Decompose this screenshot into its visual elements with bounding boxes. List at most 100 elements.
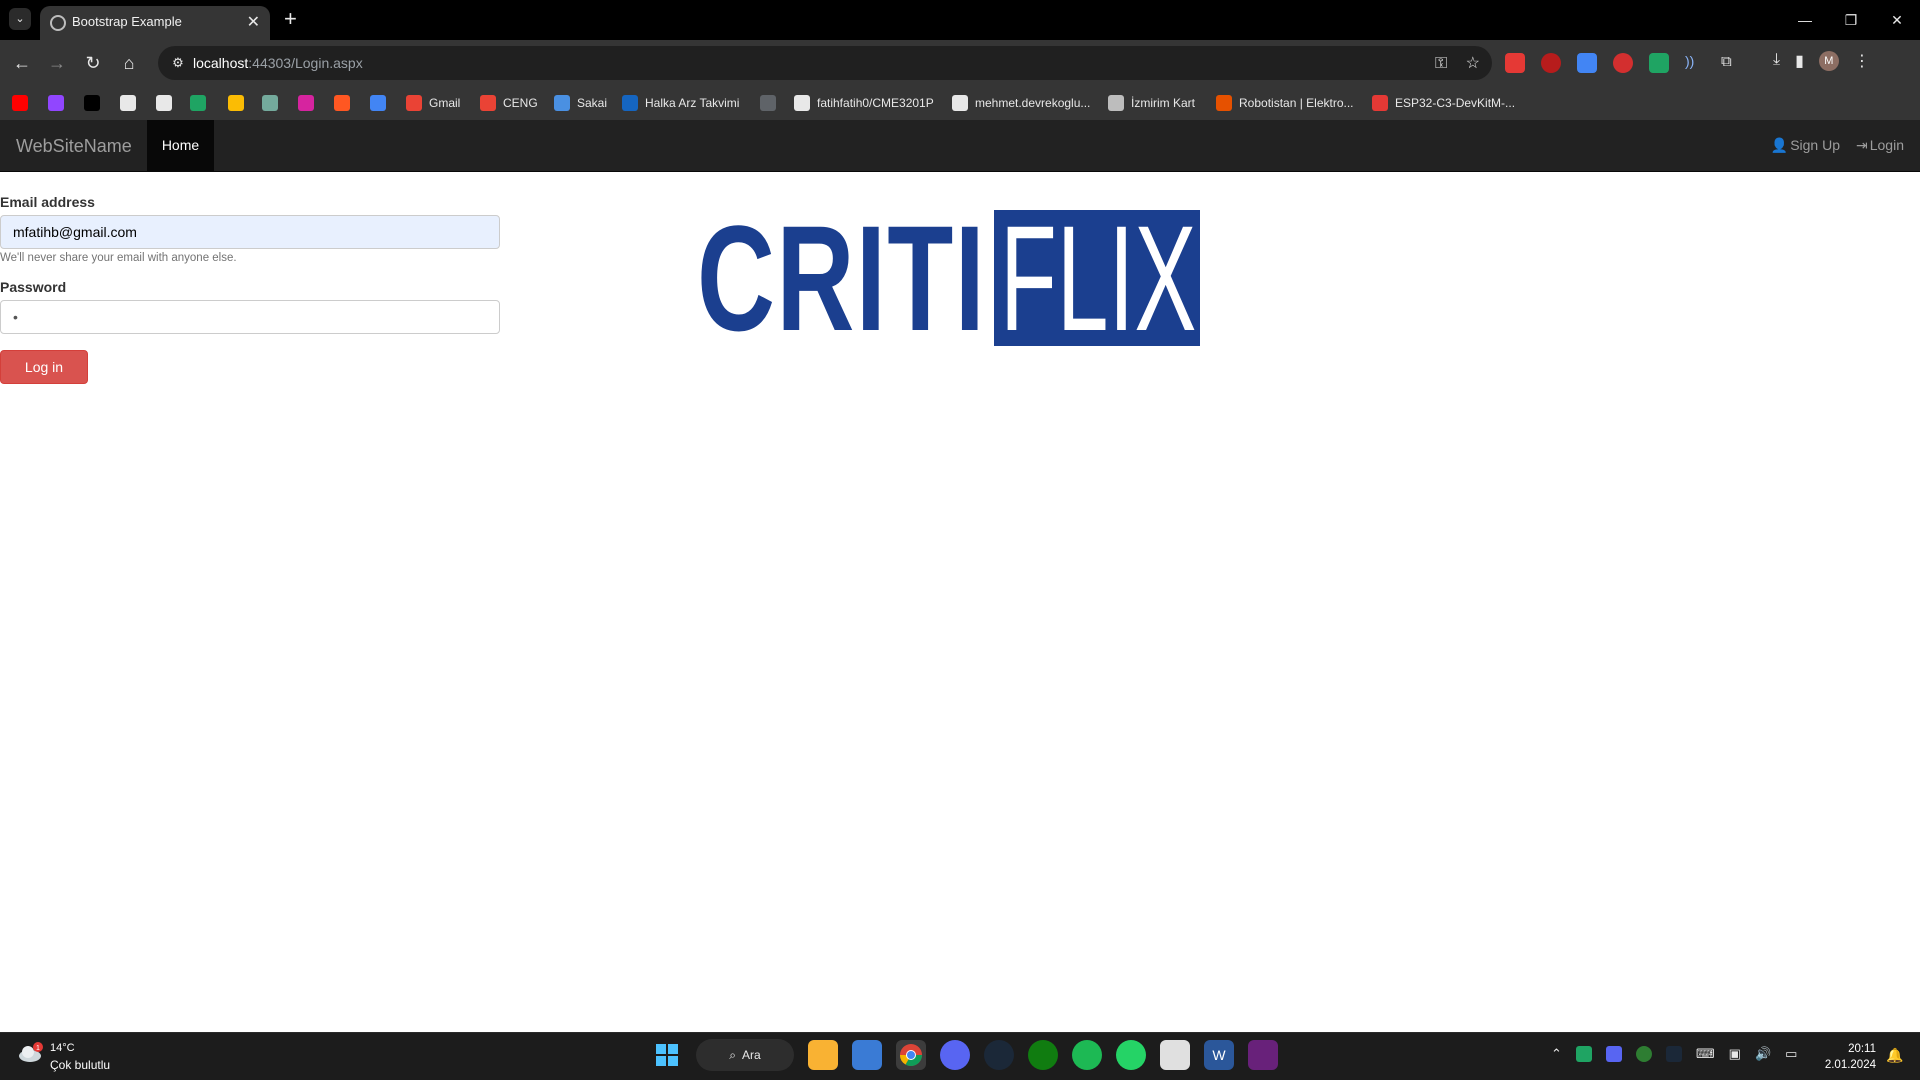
new-tab-icon[interactable]: + (284, 6, 297, 32)
tab-search-chevron-icon[interactable]: ⌄ (9, 8, 31, 30)
close-window-icon[interactable]: ✕ (1874, 0, 1920, 40)
bookmark-item[interactable] (156, 94, 179, 112)
google-drive-tray-icon[interactable] (1575, 1046, 1592, 1062)
word-icon[interactable]: W (1204, 1040, 1234, 1070)
bookmark-item[interactable] (298, 94, 321, 112)
address-bar-actions: ⚿ ☆ (1421, 53, 1480, 73)
taskbar-search[interactable]: ⌕ Ara (696, 1039, 794, 1071)
critiflix-logo: CRITI FLIX (697, 194, 1200, 362)
window-controls: — ❐ ✕ (1782, 0, 1920, 40)
google-drive-extension-icon[interactable] (1649, 53, 1669, 73)
bookmark-star-icon[interactable]: ☆ (1466, 55, 1480, 72)
bookmark-item[interactable] (262, 94, 285, 112)
forward-arrow-icon[interactable]: → (44, 50, 70, 76)
discord-icon[interactable] (940, 1040, 970, 1070)
logo-flix-box: FLIX (994, 203, 1200, 353)
bookmark-item[interactable] (12, 94, 35, 112)
x-icon (84, 95, 100, 111)
login-icon: ⇥ (1856, 137, 1868, 153)
t-extension-icon[interactable] (1613, 53, 1633, 73)
password-field[interactable] (0, 300, 500, 334)
steam-icon[interactable] (984, 1040, 1014, 1070)
reload-icon[interactable]: ↻ (80, 50, 106, 76)
address-bar[interactable]: ⚙ localhost:44303/Login.aspx ⚿ ☆ (158, 46, 1492, 80)
taskbar-clock[interactable]: 20:11 2.01.2024 (1822, 1041, 1876, 1073)
bookmark-item[interactable]: ESP32-C3-DevKitM-... (1372, 94, 1515, 112)
bookmark-item[interactable] (228, 94, 251, 112)
menu-kebab-icon[interactable]: ⋮ (1854, 51, 1870, 71)
email-field[interactable] (0, 215, 500, 249)
login-button[interactable]: Log in (0, 350, 88, 384)
nav-home-link[interactable]: Home (147, 120, 214, 171)
profile-avatar[interactable]: M (1818, 51, 1839, 71)
password-label: Password (0, 279, 67, 295)
email-help-text: We'll never share your email with anyone… (0, 252, 237, 264)
url-text[interactable]: localhost:44303/Login.aspx (193, 55, 363, 71)
bookmark-item[interactable]: Robotistan | Elektro... (1216, 94, 1354, 112)
bookmark-item[interactable] (48, 94, 71, 112)
logo-part-criti: CRITI (697, 194, 987, 362)
clock-time: 20:11 (1848, 1043, 1876, 1055)
bookmark-item[interactable] (120, 94, 143, 112)
side-panel-icon[interactable]: ▮ (1795, 51, 1804, 71)
battery-icon[interactable]: ▭ (1785, 1046, 1797, 1062)
notification-bell-icon[interactable]: 🔔 (1886, 1047, 1903, 1064)
bookmark-label: CENG (503, 96, 538, 110)
site-brand[interactable]: WebSiteName (16, 136, 132, 157)
bookmark-item[interactable] (334, 94, 357, 112)
bookmark-item[interactable]: mehmet.devrekoglu... (952, 94, 1090, 112)
bookmark-item[interactable]: Sakai (554, 94, 607, 112)
discord-tray-icon[interactable] (1605, 1046, 1622, 1062)
bookmark-item[interactable] (190, 94, 213, 112)
visual-studio-icon[interactable] (1248, 1040, 1278, 1070)
minimize-icon[interactable]: — (1782, 0, 1828, 40)
nav-login-label: Login (1869, 137, 1904, 153)
file-explorer-icon[interactable] (808, 1040, 838, 1070)
shield-tray-icon[interactable] (1635, 1046, 1652, 1062)
network-icon[interactable]: ▣ (1729, 1046, 1741, 1062)
xbox-icon[interactable] (1028, 1040, 1058, 1070)
bookmark-item[interactable] (760, 94, 783, 112)
spotify-icon[interactable] (1072, 1040, 1102, 1070)
bookmark-item[interactable] (370, 94, 393, 112)
bookmark-item[interactable]: Halka Arz Takvimi (622, 94, 739, 112)
snipping-tool-icon[interactable] (1160, 1040, 1190, 1070)
restore-icon[interactable]: ❐ (1828, 0, 1874, 40)
bookmark-item[interactable] (84, 94, 107, 112)
cloudy-weather-icon: 1 (19, 1042, 43, 1062)
bookmark-item[interactable]: Gmail (406, 94, 460, 112)
gmail-extension-icon[interactable] (1505, 53, 1525, 73)
windows-start-icon[interactable] (652, 1040, 682, 1070)
bookmark-item[interactable]: CENG (480, 94, 538, 112)
volume-icon[interactable]: 🔊 (1755, 1046, 1771, 1062)
microphone-icon (298, 95, 314, 111)
home-icon[interactable]: ⌂ (116, 50, 142, 76)
site-navbar: WebSiteName Home 👤 Sign Up ⇥ Login (0, 120, 1920, 172)
translate-extension-icon[interactable] (1577, 53, 1597, 73)
github-icon (120, 95, 136, 111)
password-key-icon[interactable]: ⚿ (1435, 55, 1447, 72)
whatsapp-icon[interactable] (1116, 1040, 1146, 1070)
nav-login-link[interactable]: ⇥ Login (1856, 120, 1920, 171)
puzzle-extensions-icon[interactable]: ⧉ (1721, 53, 1741, 73)
chrome-icon[interactable] (896, 1040, 926, 1070)
download-icon[interactable]: ⤓ (1773, 51, 1780, 71)
chevron-up-icon[interactable]: ⌃ (1551, 1046, 1562, 1062)
youtube-icon (12, 95, 28, 111)
bookmark-item[interactable]: İzmirim Kart (1108, 94, 1195, 112)
toolbar-right-actions: ⤓ ▮ M ⋮ (1773, 51, 1870, 71)
site-settings-icon[interactable]: ⚙ (168, 53, 188, 73)
read-aloud-extension-icon[interactable]: )) (1685, 53, 1705, 73)
browser-tabstrip: ⌄ Bootstrap Example ✕ + — ❐ ✕ (0, 0, 1920, 40)
steam-tray-icon[interactable] (1665, 1046, 1682, 1062)
keyboard-icon[interactable]: ⌨ (1696, 1046, 1715, 1062)
bookmark-item[interactable]: fatihfatih0/CME3201P (794, 94, 934, 112)
microsoft-store-icon[interactable] (852, 1040, 882, 1070)
nav-signup-link[interactable]: 👤 Sign Up (1771, 120, 1856, 171)
browser-tab[interactable]: Bootstrap Example ✕ (40, 6, 270, 40)
page-viewport: WebSiteName Home 👤 Sign Up ⇥ Login Email… (0, 120, 1920, 1032)
ublock-extension-icon[interactable] (1541, 53, 1561, 73)
chatgpt-icon (262, 95, 278, 111)
back-arrow-icon[interactable]: ← (9, 50, 35, 76)
close-tab-icon[interactable]: ✕ (247, 12, 260, 32)
